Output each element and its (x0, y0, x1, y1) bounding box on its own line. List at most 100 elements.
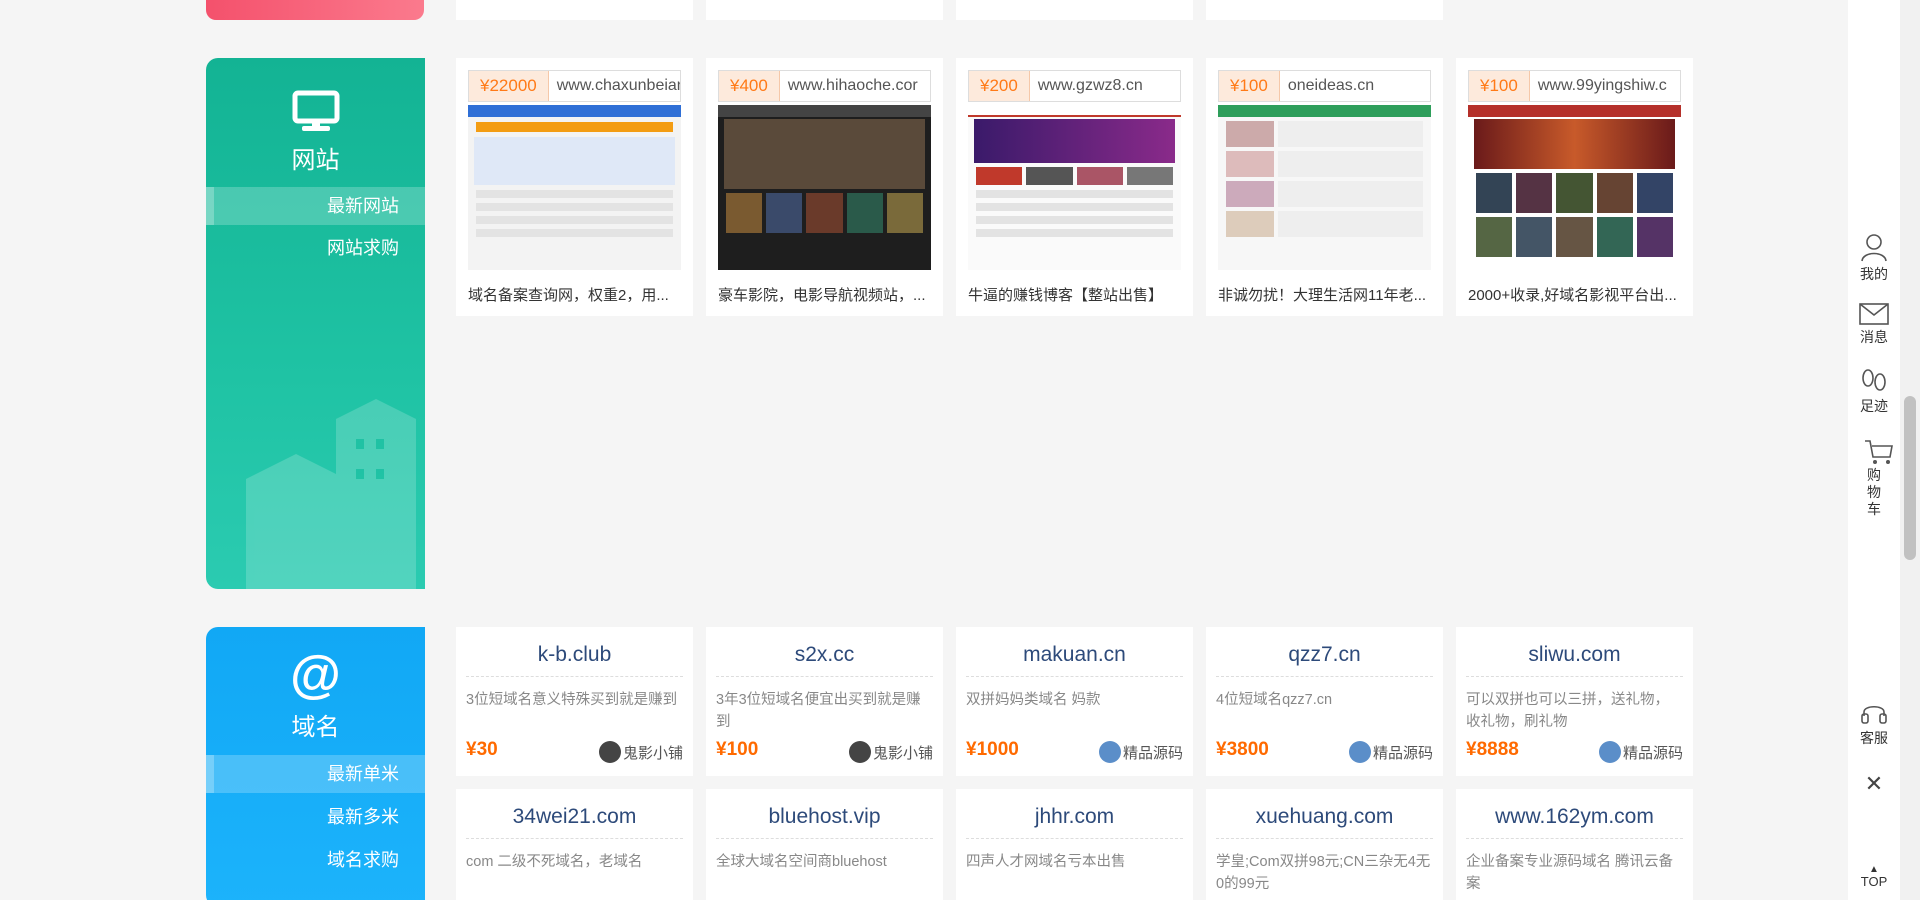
domain-card[interactable]: xuehuang.com 学皇;Com双拼98元;CN三杂无4无0的99元 (1206, 789, 1443, 900)
previous-card[interactable] (1206, 0, 1443, 20)
seller[interactable]: 精品源码 (1598, 741, 1683, 763)
domain-description: 3年3位短域名便宜出买到就是赚到 (716, 692, 921, 730)
domain-name[interactable]: k-b.club (466, 643, 683, 677)
cart-button[interactable]: 购物车 (1848, 439, 1900, 518)
seller[interactable]: 鬼影小铺 (598, 741, 683, 763)
seller[interactable]: 精品源码 (1098, 741, 1183, 763)
seller-name[interactable]: 精品源码 (1373, 742, 1433, 763)
city-illustration (246, 399, 416, 589)
domain-card[interactable]: qzz7.cn 4位短域名qzz7.cn ¥3800 精品源码 (1206, 627, 1443, 776)
messages-button[interactable]: 消息 (1848, 303, 1900, 347)
website-card[interactable]: ¥100 www.99yingshiw.c 2000+收录,好域名影视平台出..… (1456, 58, 1693, 316)
domain-price: ¥3800 (1216, 739, 1269, 760)
domain-price: ¥1000 (966, 739, 1019, 760)
website-card[interactable]: ¥22000 www.chaxunbeian 域名备案查询网，权重2，用... (456, 58, 693, 316)
service-button[interactable]: 客服 (1848, 700, 1900, 748)
seller-name[interactable]: 精品源码 (1123, 742, 1183, 763)
domain-name[interactable]: s2x.cc (716, 643, 933, 677)
domain-name[interactable]: sliwu.com (1466, 643, 1683, 677)
domain-card[interactable]: sliwu.com 可以双拼也可以三拼，送礼物，收礼物，刷礼物 ¥8888 精品… (1456, 627, 1693, 776)
website-url: www.99yingshiw.c (1537, 77, 1667, 94)
website-price: ¥200 (969, 71, 1030, 101)
website-title[interactable]: 牛逼的赚钱博客【整站出售】 (968, 284, 1184, 305)
seller-avatar (848, 741, 871, 763)
messages-label: 消息 (1860, 329, 1888, 345)
domain-description: 全球大域名空间商bluehost (716, 854, 887, 870)
domain-name[interactable]: www.162ym.com (1466, 805, 1683, 839)
service-label: 客服 (1860, 730, 1888, 746)
seller-name[interactable]: 鬼影小铺 (873, 742, 933, 763)
domain-price: ¥30 (466, 739, 498, 760)
domain-category-title[interactable]: 域名 (206, 707, 425, 742)
price-bar: ¥100 oneideas.cn (1218, 70, 1431, 102)
latest-single-domains-link[interactable]: 最新单米 (206, 755, 425, 793)
domain-description: com 二级不死域名，老域名 (466, 854, 643, 870)
domain-card[interactable]: s2x.cc 3年3位短域名便宜出买到就是赚到 ¥100 鬼影小铺 (706, 627, 943, 776)
domain-wanted-link[interactable]: 域名求购 (206, 841, 425, 879)
close-icon[interactable]: ✕ (1848, 771, 1900, 797)
domain-card[interactable]: k-b.club 3位短域名意义特殊买到就是赚到 ¥30 鬼影小铺 (456, 627, 693, 776)
domain-description: 企业备案专业源码域名 腾讯云备案 (1466, 854, 1674, 892)
cart-icon (1865, 440, 1893, 464)
website-title[interactable]: 豪车影院，电影导航视频站，... (718, 284, 934, 305)
previous-card[interactable] (456, 0, 693, 20)
price-bar: ¥100 www.99yingshiw.c (1468, 70, 1681, 102)
website-thumbnail[interactable] (468, 105, 681, 270)
website-card[interactable]: ¥100 oneideas.cn 非诚勿扰！大理生活网11年老... (1206, 58, 1443, 316)
previous-card[interactable] (706, 0, 943, 20)
scrollbar-thumb[interactable] (1904, 396, 1916, 560)
domain-name[interactable]: bluehost.vip (716, 805, 933, 839)
seller-avatar (1098, 741, 1121, 763)
website-category-title[interactable]: 网站 (206, 140, 425, 175)
seller-avatar (1598, 741, 1621, 763)
website-price: ¥22000 (469, 71, 549, 101)
history-label: 足迹 (1860, 398, 1888, 414)
domain-name[interactable]: 34wei21.com (466, 805, 683, 839)
website-thumbnail[interactable] (1468, 105, 1681, 270)
domain-price: ¥8888 (1466, 739, 1519, 760)
price-bar: ¥200 www.gzwz8.cn (968, 70, 1181, 102)
domain-name[interactable]: qzz7.cn (1216, 643, 1433, 677)
domain-price: ¥100 (716, 739, 759, 760)
website-wanted-link[interactable]: 网站求购 (206, 229, 425, 267)
domain-card[interactable]: bluehost.vip 全球大域名空间商bluehost (706, 789, 943, 900)
domain-card[interactable]: makuan.cn 双拼妈妈类域名 妈款 ¥1000 精品源码 (956, 627, 1193, 776)
website-title[interactable]: 域名备案查询网，权重2，用... (468, 284, 684, 305)
footprint-icon (1862, 369, 1886, 391)
right-toolbar: 我的 消息 足迹 购物车 客服 ✕ ▲ TOP (1848, 0, 1900, 900)
domain-description: 四声人才网域名亏本出售 (966, 854, 1126, 870)
back-to-top-button[interactable]: ▲ TOP (1848, 865, 1900, 890)
price-bar: ¥400 www.hihaoche.cor (718, 70, 931, 102)
domain-name[interactable]: makuan.cn (966, 643, 1183, 677)
previous-card[interactable] (956, 0, 1193, 20)
domain-card[interactable]: www.162ym.com 企业备案专业源码域名 腾讯云备案 (1456, 789, 1693, 900)
seller-name[interactable]: 精品源码 (1623, 742, 1683, 763)
domain-description: 3位短域名意义特殊买到就是赚到 (466, 692, 678, 708)
website-card[interactable]: ¥200 www.gzwz8.cn 牛逼的赚钱博客【整站出售】 (956, 58, 1193, 316)
seller[interactable]: 精品源码 (1348, 741, 1433, 763)
domain-description: 4位短域名qzz7.cn (1216, 692, 1333, 708)
domain-card[interactable]: 34wei21.com com 二级不死域名，老域名 (456, 789, 693, 900)
website-thumbnail[interactable] (718, 105, 931, 270)
seller-avatar (598, 741, 621, 763)
mine-button[interactable]: 我的 (1848, 232, 1900, 284)
domain-name[interactable]: jhhr.com (966, 805, 1183, 839)
history-button[interactable]: 足迹 (1848, 368, 1900, 416)
domain-name[interactable]: xuehuang.com (1216, 805, 1433, 839)
latest-websites-link[interactable]: 最新网站 (206, 187, 425, 225)
domain-description: 可以双拼也可以三拼，送礼物，收礼物，刷礼物 (1466, 692, 1669, 730)
monitor-icon (206, 90, 425, 137)
seller[interactable]: 鬼影小铺 (848, 741, 933, 763)
website-url: oneideas.cn (1287, 77, 1375, 94)
domain-card[interactable]: jhhr.com 四声人才网域名亏本出售 (956, 789, 1193, 900)
scrollbar[interactable] (1900, 0, 1920, 900)
website-title[interactable]: 非诚勿扰！大理生活网11年老... (1218, 284, 1434, 305)
website-thumbnail[interactable] (968, 105, 1181, 270)
mine-label: 我的 (1860, 266, 1888, 282)
latest-multi-domains-link[interactable]: 最新多米 (206, 798, 425, 836)
website-price: ¥100 (1219, 71, 1280, 101)
seller-name[interactable]: 鬼影小铺 (623, 742, 683, 763)
website-title[interactable]: 2000+收录,好域名影视平台出... (1468, 284, 1684, 305)
website-card[interactable]: ¥400 www.hihaoche.cor 豪车影院，电影导航视频站，... (706, 58, 943, 316)
website-thumbnail[interactable] (1218, 105, 1431, 270)
